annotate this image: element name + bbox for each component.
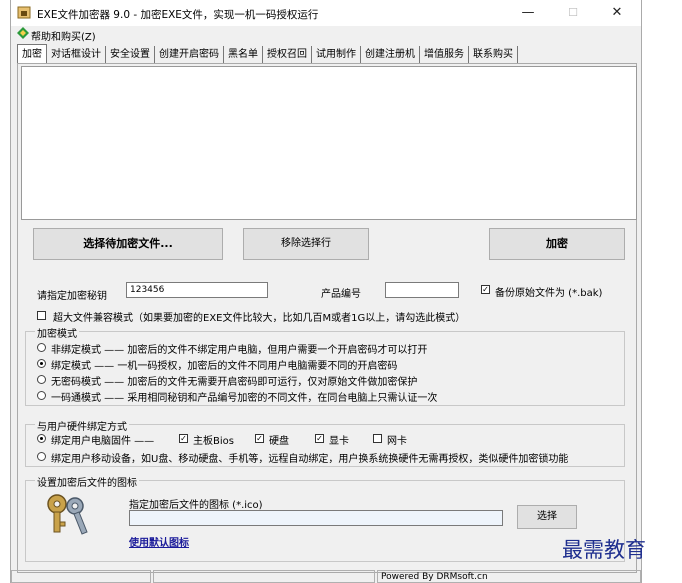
default-icon-link[interactable]: 使用默认图标 <box>129 534 189 549</box>
bios-label: 主板Bios <box>193 436 234 447</box>
tab-keygen[interactable]: 创建注册机 <box>361 46 420 63</box>
file-list[interactable] <box>21 66 637 220</box>
encrypt-mode-title: 加密模式 <box>35 325 79 340</box>
bind-pc-label: 绑定用户电脑固件 —— <box>51 436 155 447</box>
minimize-button[interactable]: — <box>506 2 550 24</box>
radio-mode-unbound[interactable] <box>37 343 46 352</box>
status-cell-2 <box>153 570 375 583</box>
radio-bind-pc[interactable] <box>37 434 46 443</box>
remove-selected-button[interactable]: 移除选择行 <box>243 228 369 260</box>
radio-mode-one-code[interactable] <box>37 391 46 400</box>
menu-help-buy[interactable]: 帮助和购买(Z) <box>31 28 96 43</box>
product-input[interactable] <box>385 282 459 298</box>
gpu-label: 显卡 <box>329 436 349 447</box>
nic-label: 网卡 <box>387 436 407 447</box>
powered-by-text: Powered By DRMsoft.cn <box>377 570 641 583</box>
icon-path-input[interactable] <box>129 510 503 526</box>
tab-strip: 加密 对话框设计 安全设置 创建开启密码 黑名单 授权召回 试用制作 创建注册机… <box>17 44 518 64</box>
radio-mode-no-password[interactable] <box>37 375 46 384</box>
app-lock-icon <box>17 6 31 19</box>
bind-mobile-label: 绑定用户移动设备，如U盘、移动硬盘、手机等，远程自动绑定，用户换系统换硬件无需再… <box>51 454 569 465</box>
keys-icon <box>47 494 88 535</box>
status-cell-1 <box>11 570 151 583</box>
tab-dialog-design[interactable]: 对话框设计 <box>47 46 106 63</box>
icon-select-button[interactable]: 选择 <box>517 505 577 529</box>
encrypt-button[interactable]: 加密 <box>489 228 625 260</box>
icon-path-label: 指定加密后文件的图标 (*.ico) <box>129 500 263 511</box>
title-bar: EXE文件加密器 9.0 - 加密EXE文件，实现一机一码授权运行 — ☐ ✕ <box>11 0 641 26</box>
large-file-checkbox[interactable] <box>37 311 46 320</box>
checkbox-disk[interactable]: ✓ <box>255 434 264 443</box>
select-files-button[interactable]: 选择待加密文件... <box>33 228 223 260</box>
mode-one-code-label: 一码通模式 —— 采用相同秘钥和产品编号加密的不同文件，在同台电脑上只需认证一次 <box>51 393 438 404</box>
maximize-button[interactable]: ☐ <box>551 2 595 24</box>
tab-trial[interactable]: 试用制作 <box>312 46 361 63</box>
key-label: 请指定加密秘钥 <box>37 291 107 302</box>
tab-encrypt[interactable]: 加密 <box>17 44 47 64</box>
close-button[interactable]: ✕ <box>595 2 639 24</box>
tab-security[interactable]: 安全设置 <box>106 46 155 63</box>
checkbox-bios[interactable]: ✓ <box>179 434 188 443</box>
product-label: 产品编号 <box>321 289 361 300</box>
menu-bar: 帮助和购买(Z) <box>11 26 641 43</box>
disk-label: 硬盘 <box>269 436 289 447</box>
app-window: EXE文件加密器 9.0 - 加密EXE文件，实现一机一码授权运行 — ☐ ✕ … <box>10 0 642 583</box>
tab-blacklist[interactable]: 黑名单 <box>224 46 263 63</box>
backup-checkbox[interactable]: ✓ <box>481 285 490 294</box>
window-title: EXE文件加密器 9.0 - 加密EXE文件，实现一机一码授权运行 <box>37 9 319 21</box>
tab-create-password[interactable]: 创建开启密码 <box>155 46 224 63</box>
mode-no-password-label: 无密码模式 —— 加密后的文件无需要开启密码即可运行，仅对原始文件做加密保护 <box>51 377 418 388</box>
tab-license-recall[interactable]: 授权召回 <box>263 46 312 63</box>
tab-value-added[interactable]: 增值服务 <box>420 46 469 63</box>
help-buy-icon <box>17 27 29 39</box>
status-bar: Powered By DRMsoft.cn <box>11 570 641 583</box>
tab-contact-buy[interactable]: 联系购买 <box>469 46 518 63</box>
mode-unbound-label: 非绑定模式 —— 加密后的文件不绑定用户电脑，但用户需要一个开启密码才可以打开 <box>51 345 428 356</box>
checkbox-gpu[interactable]: ✓ <box>315 434 324 443</box>
mode-bound-label: 绑定模式 —— 一机一码授权，加密后的文件不同用户电脑需要不同的开启密码 <box>51 361 398 372</box>
large-file-label: 超大文件兼容模式（如果要加密的EXE文件比较大，比如几百M或者1G以上，请勾选此… <box>53 313 466 324</box>
key-input[interactable]: 123456 <box>126 282 268 298</box>
radio-mode-bound[interactable] <box>37 359 46 368</box>
hardware-bind-title: 与用户硬件绑定方式 <box>35 418 129 433</box>
checkbox-nic[interactable] <box>373 434 382 443</box>
icon-settings-title: 设置加密后文件的图标 <box>35 474 139 489</box>
radio-bind-mobile[interactable] <box>37 452 46 461</box>
watermark-text: 最需教育 <box>562 538 646 562</box>
backup-label: 备份原始文件为 (*.bak) <box>495 288 603 299</box>
